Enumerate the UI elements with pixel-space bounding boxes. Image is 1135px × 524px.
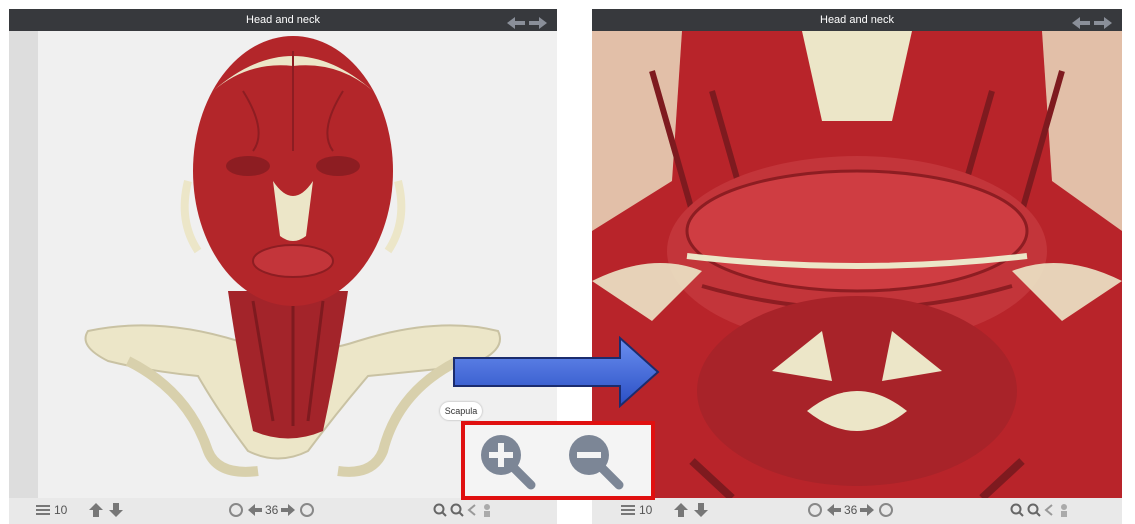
layer-up-icon[interactable] xyxy=(89,503,103,517)
zoom-controls xyxy=(433,503,494,517)
layer-down-icon[interactable] xyxy=(109,503,123,517)
layer-count: 10 xyxy=(54,503,68,517)
layers-control[interactable]: 10 xyxy=(35,503,67,517)
viewer-toolbar: 10 36 xyxy=(592,498,1122,524)
layer-count: 10 xyxy=(639,503,653,517)
step-forward-icon[interactable] xyxy=(281,504,296,516)
arrow-right-icon[interactable] xyxy=(1094,17,1112,29)
step-back-icon[interactable] xyxy=(248,504,262,516)
window-title: Head and neck xyxy=(246,14,320,26)
zoomed-mouth-muscle-model[interactable] xyxy=(592,31,1122,501)
zoom-controls xyxy=(1010,503,1071,517)
pan-left-icon[interactable] xyxy=(467,503,477,517)
layers-icon xyxy=(36,505,50,515)
layer-up-icon[interactable] xyxy=(674,503,688,517)
step-back-icon[interactable] xyxy=(827,504,841,516)
rotate-left-icon[interactable] xyxy=(806,503,824,517)
rotation-step: 36 xyxy=(844,503,858,517)
layers-icon xyxy=(621,505,635,515)
zoom-out-small-icon[interactable] xyxy=(450,503,464,517)
layer-down-icon[interactable] xyxy=(694,503,708,517)
view-navigation-arrows xyxy=(1072,17,1112,29)
zoom-in-small-icon[interactable] xyxy=(433,503,447,517)
zoom-buttons-enlarged xyxy=(481,435,624,490)
viewer-toolbar: 10 36 xyxy=(9,498,557,524)
right-3d-viewer-window-zoomed: Head and neck 10 36 xyxy=(592,9,1122,524)
window-title: Head and neck xyxy=(820,14,894,26)
zoom-in-icon[interactable] xyxy=(481,435,536,490)
arrow-right-icon[interactable] xyxy=(529,17,547,29)
step-forward-icon[interactable] xyxy=(860,504,875,516)
rotate-right-icon[interactable] xyxy=(877,503,895,517)
rotation-control[interactable]: 36 xyxy=(227,503,316,517)
settings-figure-icon[interactable] xyxy=(480,503,494,517)
window-title-bar: Head and neck xyxy=(592,9,1122,31)
rotate-right-icon[interactable] xyxy=(298,503,316,517)
arrow-left-icon[interactable] xyxy=(1072,17,1090,29)
pan-left-icon[interactable] xyxy=(1044,503,1054,517)
zoom-buttons-callout xyxy=(461,421,655,500)
arrow-left-icon[interactable] xyxy=(507,17,525,29)
model-viewport[interactable] xyxy=(592,31,1122,501)
zoom-in-small-icon[interactable] xyxy=(1010,503,1024,517)
zoom-out-small-icon[interactable] xyxy=(1027,503,1041,517)
layers-control[interactable]: 10 xyxy=(620,503,652,517)
rotation-control[interactable]: 36 xyxy=(806,503,895,517)
rotation-step: 36 xyxy=(265,503,279,517)
window-title-bar: Head and neck xyxy=(9,9,557,31)
view-navigation-arrows xyxy=(507,17,547,29)
zoom-direction-arrow-icon xyxy=(453,336,660,408)
left-sidebar-strip xyxy=(9,31,38,498)
zoom-out-icon[interactable] xyxy=(569,435,624,490)
settings-figure-icon[interactable] xyxy=(1057,503,1071,517)
rotate-left-icon[interactable] xyxy=(227,503,245,517)
